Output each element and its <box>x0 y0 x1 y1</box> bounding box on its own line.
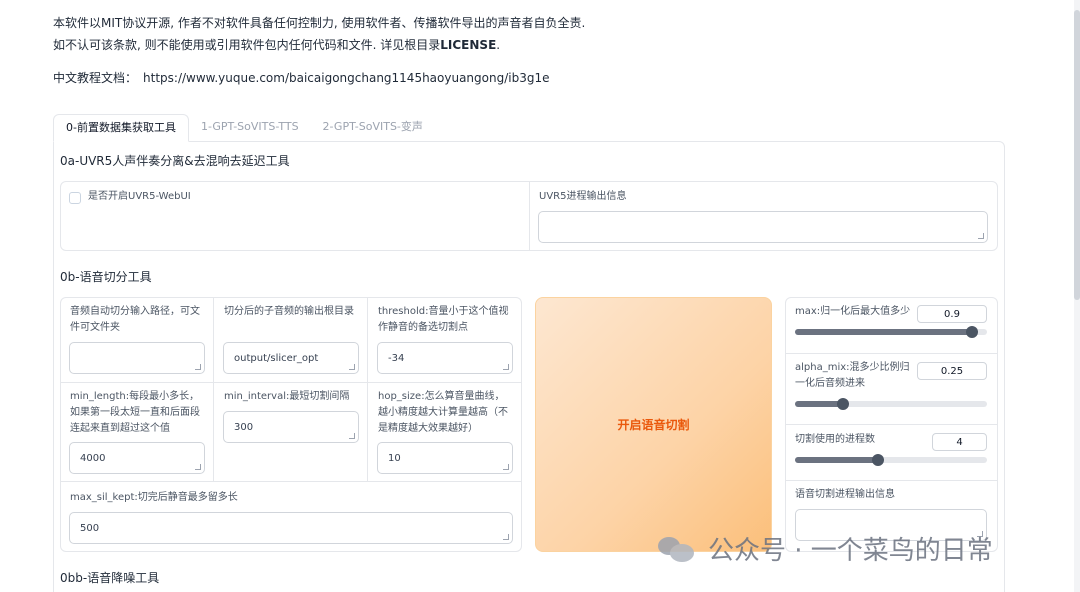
uvr5-output-textarea[interactable] <box>538 211 988 243</box>
threshold-label: threshold:音量小于这个值视作静音的备选切割点 <box>378 306 509 333</box>
min-interval-label: min_interval:最短切割间隔 <box>224 391 350 402</box>
hop-size-field[interactable]: 10 <box>377 442 513 474</box>
license-notice-line2: 如不认可该条款, 则不能使用或引用软件包内任何代码和文件. 详见根目录LICEN… <box>53 36 500 53</box>
max-slider[interactable] <box>795 326 987 338</box>
denoise-section-title: 0bb-语音降噪工具 <box>60 571 160 585</box>
tab-voice-change[interactable]: 2-GPT-SoVITS-变声 <box>311 114 435 142</box>
start-slicing-button[interactable]: 开启语音切割 <box>535 297 772 552</box>
slider-divider-1 <box>786 353 997 354</box>
alpha-mix-label: alpha_mix:混多少比例归一化后音频进来 <box>795 362 910 389</box>
max-slider-fill <box>795 329 972 335</box>
slicer-divider-1 <box>213 298 214 481</box>
max-label: max:归一化后最大值多少 <box>795 306 911 317</box>
license-notice-line1: 本软件以MIT协议开源, 作者不对软件具备任何控制力, 使用软件者、传播软件导出… <box>53 16 586 30</box>
alpha-mix-number-input[interactable]: 0.25 <box>917 362 987 380</box>
slicer-section-title: 0b-语音切分工具 <box>60 270 152 284</box>
min-length-field[interactable]: 4000 <box>69 442 205 474</box>
max-slider-thumb[interactable] <box>965 326 978 338</box>
license-notice-period: . <box>496 38 501 52</box>
slider-divider-2 <box>786 424 997 425</box>
alpha-mix-slider-fill <box>795 401 843 407</box>
wechat-icon <box>656 533 696 563</box>
slider-divider-3 <box>786 480 997 481</box>
tutorial-url[interactable]: https://www.yuque.com/baicaigongchang114… <box>143 71 549 85</box>
hop-size-label: hop_size:怎么算音量曲线，越小精度越大计算量越高（不是精度越大效果越好） <box>378 391 508 434</box>
watermark-text: 公众号 · 一个菜鸟的日常 <box>708 535 993 566</box>
page-scrollbar[interactable] <box>1074 0 1080 592</box>
tutorial-label: 中文教程文档： <box>53 71 138 85</box>
uvr5-output-label: UVR5进程输出信息 <box>539 191 627 202</box>
output-dir-field[interactable]: output/slicer_opt <box>223 342 359 374</box>
n-parts-number-input[interactable]: 4 <box>932 433 987 451</box>
watermark: 公众号 · 一个菜鸟的日常 <box>656 530 993 566</box>
max-sil-kept-label: max_sil_kept:切完后静音最多留多长 <box>70 492 238 503</box>
n-parts-slider-fill <box>795 457 878 463</box>
alpha-mix-slider-thumb[interactable] <box>837 398 849 410</box>
n-parts-slider-thumb[interactable] <box>871 454 884 466</box>
n-parts-slider[interactable] <box>795 454 987 466</box>
page-scrollbar-thumb[interactable] <box>1074 10 1080 300</box>
alpha-mix-slider[interactable] <box>795 398 987 410</box>
min-length-label: min_length:每段最小多长，如果第一段太短一直和后面段连起来直到超过这个… <box>70 391 200 434</box>
threshold-field[interactable]: -34 <box>377 342 513 374</box>
n-parts-label: 切割使用的进程数 <box>795 434 875 445</box>
max-sil-kept-field[interactable]: 500 <box>69 512 513 544</box>
tutorial-line: 中文教程文档： https://www.yuque.com/baicaigongc… <box>53 69 550 86</box>
uvr5-divider <box>529 182 530 250</box>
tab-bar: 0-前置数据集获取工具 1-GPT-SoVITS-TTS 2-GPT-SoVIT… <box>53 114 435 142</box>
uvr5-webui-checkbox[interactable] <box>69 192 81 204</box>
min-interval-field[interactable]: 300 <box>223 411 359 443</box>
slicer-row-divider-2 <box>61 481 521 482</box>
input-path-label: 音频自动切分输入路径，可文件可文件夹 <box>70 306 200 333</box>
tab-tts[interactable]: 1-GPT-SoVITS-TTS <box>189 114 311 142</box>
slicer-output-label: 语音切割进程输出信息 <box>795 489 895 500</box>
license-link: LICENSE <box>440 38 497 52</box>
input-path-field[interactable] <box>69 342 205 374</box>
uvr5-webui-label: 是否开启UVR5-WebUI <box>88 191 191 202</box>
license-notice-text: 如不认可该条款, 则不能使用或引用软件包内任何代码和文件. 详见根目录 <box>53 38 441 52</box>
slicer-row-divider-1 <box>61 382 521 383</box>
slicer-divider-2 <box>367 298 368 481</box>
tab-dataset-tools[interactable]: 0-前置数据集获取工具 <box>53 114 189 142</box>
max-number-input[interactable]: 0.9 <box>917 305 987 323</box>
output-dir-label: 切分后的子音频的输出根目录 <box>224 306 354 317</box>
uvr5-section-title: 0a-UVR5人声伴奏分离&去混响去延迟工具 <box>60 154 290 168</box>
